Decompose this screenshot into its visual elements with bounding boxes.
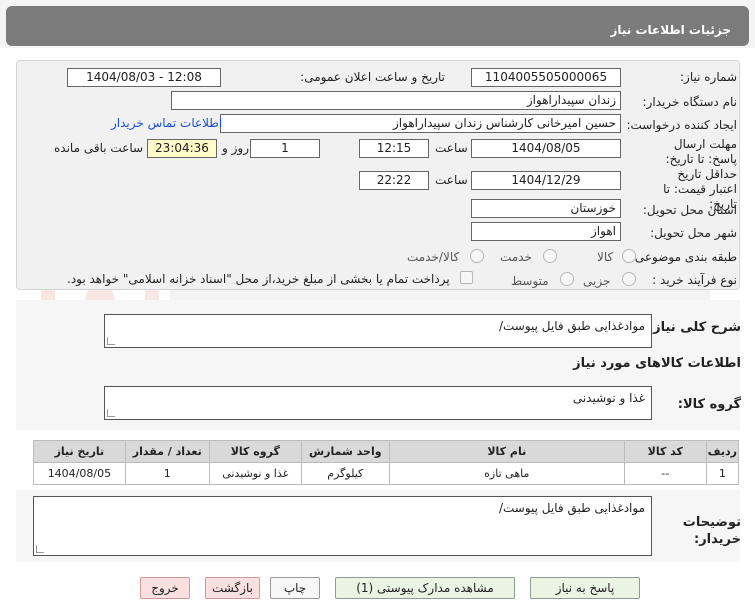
resize-grip-icon[interactable] [107,337,115,345]
table-cell: 1404/08/05 [33,462,126,485]
goods-group-textarea[interactable]: غذا و نوشیدنی [104,386,652,420]
table-cell: کیلوگرم [300,462,390,485]
category-radio-service[interactable] [543,249,557,263]
validity-time-label: ساعت [435,173,468,187]
general-desc-label: شرح کلی نیاز: [647,320,741,335]
category-option-service: خدمت [500,250,532,264]
table-header-row: ردیف کد کالا نام کالا واحد شمارش گروه کا… [33,440,740,463]
category-radio-goods-service[interactable] [470,249,484,263]
buyer-org-field: زندان سپیداراهواز [171,91,621,110]
table-cell: 1 [705,462,740,485]
reply-deadline-label: مهلت ارسال پاسخ: تا تاریخ: [665,137,737,166]
buyer-desc-label: توضیحات خریدار: [682,515,741,547]
days-field: 1 [250,139,320,158]
remaining-time-field: 23:04:36 [147,139,217,158]
need-number-field: 1104005505000065 [471,68,621,87]
table-header-cell: واحد شمارش [300,440,390,463]
process-option-minor: جزیی [583,274,611,288]
reply-time-label: ساعت [435,141,468,155]
back-button[interactable]: بازگشت [205,577,260,599]
goods-group-text: غذا و نوشیدنی [572,391,645,405]
reply-date-field: 1404/08/05 [471,139,621,158]
announce-label: تاریخ و ساعت اعلان عمومی: [300,70,445,84]
table-header-cell: تعداد / مقدار [124,440,210,463]
general-desc-textarea[interactable]: موادغذایی طبق فایل پیوست/ [104,314,652,348]
remaining-label: ساعت باقی مانده [54,141,144,155]
validity-time-field: 22:22 [359,171,429,190]
category-option-goods-service: کالا/خدمت [407,250,460,264]
resize-grip-icon[interactable] [107,409,115,417]
process-radio-minor[interactable] [622,272,636,286]
title-bar-background: جزئیات اطلاعات نیاز [6,6,749,46]
payment-note: پرداخت تمام یا بخشی از مبلغ خرید،از محل … [67,272,450,286]
city-label: شهر محل تحویل: [650,226,737,240]
buyer-desc-text: موادغذایی طبق فایل پیوست/ [498,501,645,515]
contact-info-link[interactable]: اطلاعات تماس خریدار [111,116,222,130]
payment-checkbox[interactable] [460,271,473,284]
need-number-label: شماره نیاز: [680,70,737,84]
table-header-cell: تاریخ نیاز [33,440,126,463]
city-field: اهواز [471,222,621,241]
category-radio-goods[interactable] [622,249,636,263]
table-header-cell: نام کالا [388,440,625,463]
province-field: خوزستان [471,199,621,218]
table-cell: غذا و نوشیدنی [208,462,302,485]
category-label: طبقه بندی موضوعی: [630,250,737,264]
creator-field: حسین امیرخانی کارشناس زندان سپیداراهواز [220,114,621,133]
table-cell: -- [623,462,707,485]
general-desc-text: موادغذایی طبق فایل پیوست/ [498,319,645,333]
goods-group-label: گروه کالا: [677,397,741,412]
reply-button[interactable]: پاسخ به نیاز [530,577,640,599]
process-radio-medium[interactable] [560,272,574,286]
validity-date-field: 1404/12/29 [471,171,621,190]
table-row: 1 -- ماهی تازه کیلوگرم غذا و نوشیدنی 1 1… [33,462,740,485]
announce-field: 1404/08/03 - 12:08 [67,68,221,87]
creator-label: ایجاد کننده درخواست: [626,118,737,132]
page-title: جزئیات اطلاعات نیاز [610,23,731,37]
table-cell: 1 [124,462,210,485]
title-bar: جزئیات اطلاعات نیاز [0,0,755,48]
attachments-button[interactable]: مشاهده مدارک پیوستی (1) [335,577,515,599]
process-label: نوع فرآیند خرید : [652,273,737,287]
table-cell: ماهی تازه [388,462,625,485]
reply-time-field: 12:15 [359,139,429,158]
buyer-org-label: نام دستگاه خریدار: [642,95,738,109]
goods-info-title: اطلاعات کالاهای مورد نیاز [573,356,741,371]
exit-button[interactable]: خروج [140,577,190,599]
category-option-goods: کالا [597,250,614,264]
buyer-desc-textarea[interactable]: موادغذایی طبق فایل پیوست/ [33,496,652,556]
table-header-cell: ردیف [705,440,740,463]
process-option-medium: متوسط [511,274,549,288]
table-header-cell: کد کالا [623,440,707,463]
items-table: ردیف کد کالا نام کالا واحد شمارش گروه کا… [33,440,740,485]
days-label: روز و [222,141,249,155]
province-label: استان محل تحویل: [642,203,737,217]
table-header-cell: گروه کالا [208,440,302,463]
print-button[interactable]: چاپ [270,577,320,599]
resize-grip-icon[interactable] [36,545,44,553]
